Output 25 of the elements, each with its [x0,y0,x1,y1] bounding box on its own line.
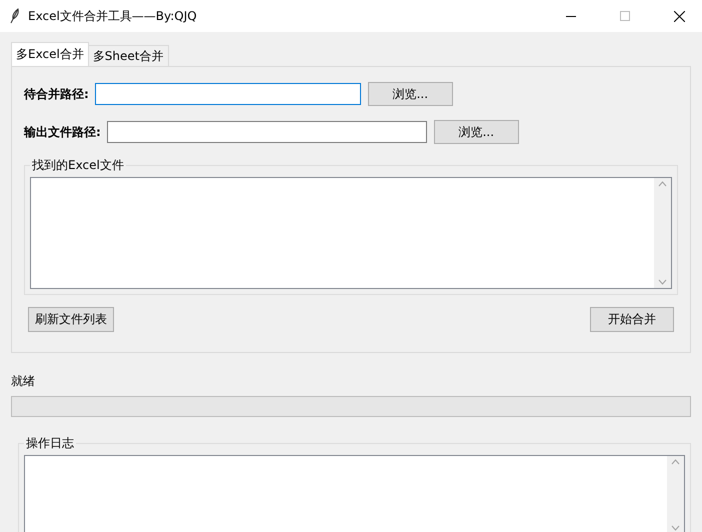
path-input-field[interactable] [94,83,361,105]
browse-button[interactable]: 浏览... [434,120,519,144]
group-title: 找到的Excel文件 [31,157,125,174]
file-listbox[interactable] [30,177,672,289]
field-label: 输出文件路径: [24,124,101,140]
browse-button[interactable]: 浏览... [368,82,453,106]
path-input-field[interactable] [106,121,427,143]
feather-icon [10,8,20,24]
maximize-icon [620,11,630,21]
scroll-up-icon[interactable] [671,459,680,465]
window-title: Excel文件合并工具——By:QJQ [28,8,198,24]
scroll-up-icon[interactable] [658,181,667,187]
log-text-area[interactable] [24,455,685,532]
group-title: 操作日志 [25,435,75,452]
field-label: 待合并路径: [24,86,89,102]
merge-button[interactable]: 开始合并 [590,307,674,332]
tab[interactable]: 多Excel合并 [11,42,89,66]
refresh-button[interactable]: 刷新文件列表 [28,307,114,332]
scroll-down-icon[interactable] [671,525,680,531]
scrollbar[interactable] [654,178,671,288]
scroll-down-icon[interactable] [658,279,667,285]
tab[interactable]: 多Sheet合并 [88,45,168,66]
status-text: 就绪 [11,373,36,390]
scrollbar[interactable] [667,456,684,532]
close-icon [674,10,684,22]
